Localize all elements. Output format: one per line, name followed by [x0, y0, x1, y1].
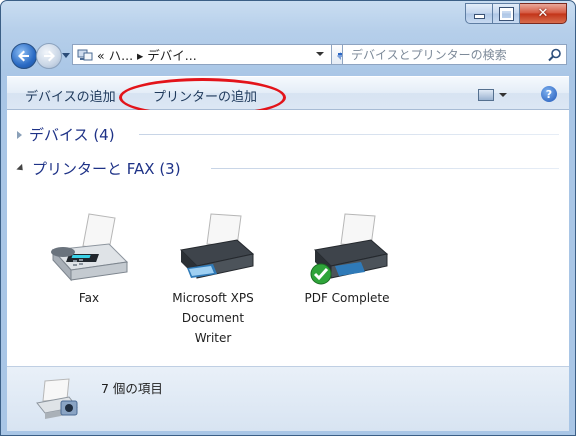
explorer-window: ✕ « ハ... ▸ デバイ... デバイスとプリンターの検索 デバイスの追加 … [0, 0, 576, 436]
minimize-button[interactable] [465, 3, 493, 24]
device-label: Microsoft XPS Document Writer [172, 291, 254, 345]
search-icon[interactable] [548, 48, 562, 62]
device-pdf-complete[interactable]: PDF Complete [295, 210, 399, 308]
navigation-bar: « ハ... ▸ デバイ... デバイスとプリンターの検索 [1, 40, 575, 70]
content-pane: デバイス (4) プリンターと FAX (3) Fax Microsoft XP… [7, 110, 569, 366]
maximize-button[interactable] [493, 3, 520, 24]
fax-icon [51, 213, 129, 282]
view-options-dropdown-icon[interactable] [499, 93, 507, 97]
address-box[interactable]: « ハ... ▸ デバイ... [72, 44, 332, 65]
details-pane: 7 個の項目 [7, 366, 569, 431]
help-icon: ? [545, 87, 553, 101]
group-label-printers: プリンターと FAX (3) [32, 160, 181, 178]
search-placeholder: デバイスとプリンターの検索 [351, 48, 507, 62]
group-divider [139, 134, 559, 135]
group-divider [211, 168, 559, 169]
device-microsoft-xps[interactable]: Microsoft XPS Document Writer [161, 210, 265, 348]
device-label: Fax [78, 291, 100, 305]
forward-button[interactable] [36, 43, 62, 69]
help-button[interactable]: ? [541, 86, 557, 102]
maximize-icon [498, 6, 514, 21]
close-button[interactable]: ✕ [520, 3, 567, 24]
forward-arrow-icon [44, 50, 55, 62]
device-fax[interactable]: Fax [37, 210, 141, 308]
change-view-button[interactable] [478, 89, 494, 101]
collapse-icon [16, 163, 26, 174]
minimize-icon [473, 14, 485, 19]
breadcrumb[interactable]: « ハ... ▸ デバイ... [97, 45, 197, 64]
item-count: 7 個の項目 [101, 381, 163, 396]
add-device-button[interactable]: デバイスの追加 [25, 86, 116, 105]
back-arrow-icon [18, 50, 29, 62]
device-label: PDF Complete [304, 291, 390, 305]
address-dropdown-icon[interactable] [316, 52, 324, 56]
group-header-devices[interactable]: デバイス (4) [17, 124, 115, 145]
close-icon: ✕ [537, 6, 549, 21]
devices-folder-icon [77, 49, 93, 60]
command-bar: デバイスの追加 プリンターの追加 ? [7, 76, 569, 110]
printer-icon [179, 213, 255, 279]
caption-buttons: ✕ [465, 3, 567, 24]
default-printer-icon [310, 213, 389, 285]
expand-icon [17, 130, 22, 139]
back-button[interactable] [11, 43, 37, 69]
group-header-printers[interactable]: プリンターと FAX (3) [16, 158, 181, 179]
recent-pages-dropdown-icon[interactable] [62, 52, 70, 60]
group-label-devices: デバイス (4) [29, 126, 115, 144]
devices-and-printers-icon [36, 378, 78, 419]
search-input[interactable]: デバイスとプリンターの検索 [342, 44, 567, 65]
